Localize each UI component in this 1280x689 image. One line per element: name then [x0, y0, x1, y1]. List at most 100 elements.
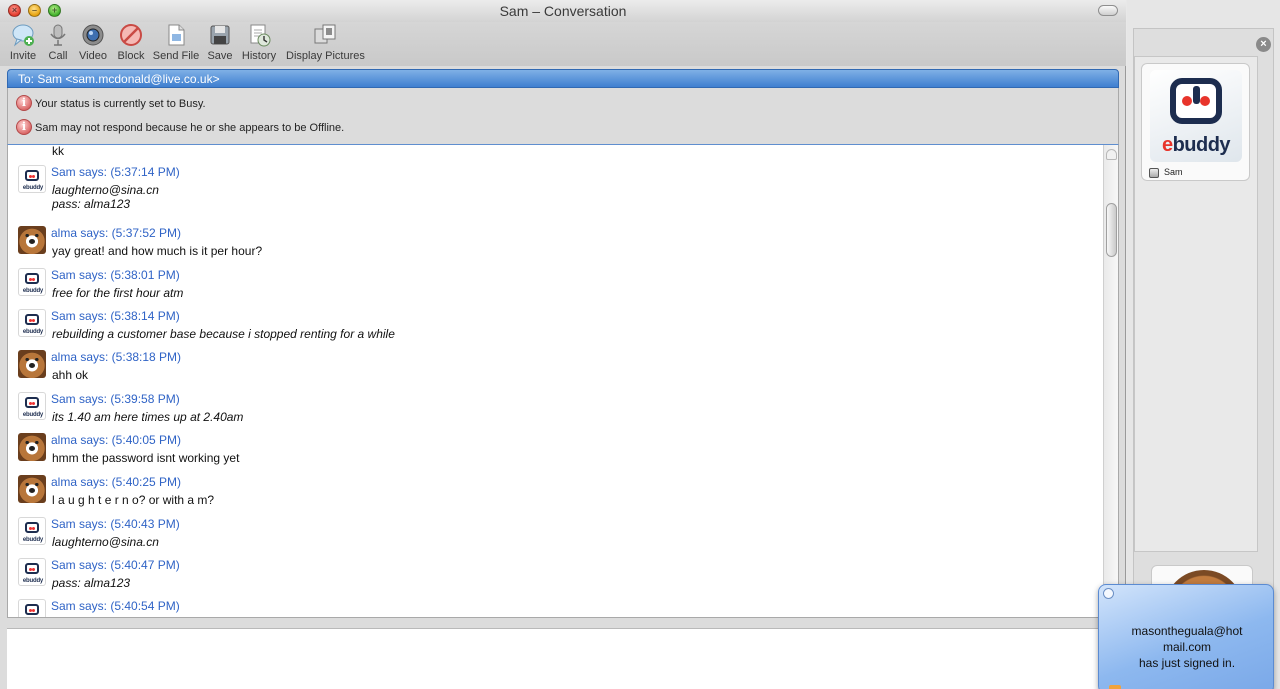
ebuddy-avatar: ebuddy [18, 268, 46, 296]
toolbar: Invite Call Video Block Send File Save H… [0, 22, 1126, 66]
partial-message-text: kk [52, 144, 64, 158]
message-input[interactable] [7, 628, 1119, 689]
send-file-label: Send File [152, 50, 200, 62]
invite-icon [12, 24, 34, 47]
ebuddy-face-icon [25, 170, 39, 181]
message-text: its 1.40 am here times up at 2.40am [52, 410, 244, 424]
message-text: yay great! and how much is it per hour? [52, 244, 263, 258]
message-sender: Sam says: (5:38:14 PM) [51, 309, 180, 323]
ebuddy-face-icon [25, 397, 39, 408]
message-text: laughterno@sina.cn [52, 183, 159, 197]
status-notices: i Your status is currently set to Busy. … [7, 88, 1119, 144]
ebuddy-face-icon [25, 604, 39, 615]
dog-avatar [18, 475, 46, 503]
message-text: rebuilding a customer base because i sto… [52, 327, 395, 341]
sign-in-notification[interactable]: masontheguala@hot mail.com has just sign… [1098, 584, 1274, 689]
message-sender: alma says: (5:37:52 PM) [51, 226, 182, 240]
message-text: hmm the password isnt working yet [52, 451, 240, 465]
contact-display-picture[interactable]: ebuddy Sam [1141, 63, 1250, 181]
save-label: Save [207, 50, 233, 62]
block-label: Block [117, 50, 145, 62]
close-notification-button[interactable] [1103, 588, 1114, 599]
message-text: ahh ok [52, 368, 89, 382]
send-file-button[interactable]: Send File [152, 23, 200, 65]
display-pictures-icon [314, 24, 336, 44]
close-panel-button[interactable]: × [1256, 37, 1271, 52]
conversation-window: × – + Sam – Conversation Invite Call Vid… [0, 0, 1126, 689]
recipient-bar: To: Sam <sam.mcdonald@live.co.uk> [7, 69, 1119, 88]
message-text: exactly how i typed it [52, 617, 163, 618]
ebuddy-avatar: ebuddy [18, 599, 46, 617]
dog-avatar [18, 433, 46, 461]
toolbar-toggle-button[interactable] [1098, 5, 1118, 16]
notification-line: masontheguala@hot [1131, 624, 1243, 638]
dog-avatar [18, 226, 46, 254]
ebuddy-face-icon [25, 563, 39, 574]
save-button[interactable]: Save [206, 23, 234, 65]
video-button[interactable]: Video [78, 23, 108, 65]
block-button[interactable]: Block [116, 23, 146, 65]
messenger-icon [1109, 685, 1121, 689]
microphone-icon [50, 24, 66, 46]
history-label: History [241, 50, 277, 62]
message-sender: Sam says: (5:40:47 PM) [51, 558, 180, 572]
display-pictures-label: Display Pictures [286, 50, 365, 62]
window-title: Sam – Conversation [499, 3, 627, 19]
message-sender: alma says: (5:40:25 PM) [51, 475, 182, 489]
ebuddy-face-icon [1170, 78, 1222, 124]
ebuddy-wordmark: ebuddy [22, 578, 44, 584]
message-sender: Sam says: (5:38:01 PM) [51, 268, 180, 282]
display-pictures-button[interactable]: Display Pictures [286, 23, 365, 65]
notification-text: masontheguala@hot mail.com has just sign… [1107, 623, 1267, 671]
scroll-thumb[interactable] [1106, 203, 1117, 257]
message-sender: Sam says: (5:39:58 PM) [51, 392, 180, 406]
conversation-transcript[interactable]: kk ebuddy Sam says: (5:37:14 PM) laughtern… [7, 144, 1119, 618]
video-label: Video [79, 50, 107, 62]
ebuddy-avatar: ebuddy [18, 309, 46, 337]
block-icon [120, 24, 142, 46]
transcript-scrollbar[interactable] [1103, 145, 1118, 617]
contact-name: Sam [1164, 167, 1183, 177]
scroll-up-arrow[interactable] [1106, 149, 1117, 160]
dog-avatar [18, 350, 46, 378]
call-label: Call [48, 50, 68, 62]
message-text: pass: alma123 [52, 576, 131, 590]
message-sender: Sam says: (5:40:54 PM) [51, 599, 180, 613]
save-icon [210, 25, 230, 45]
history-button[interactable]: History [240, 23, 278, 65]
message-sender: Sam says: (5:37:14 PM) [51, 165, 180, 179]
message-sender: alma says: (5:38:18 PM) [51, 350, 182, 364]
recipient-address: To: Sam <sam.mcdonald@live.co.uk> [18, 72, 220, 86]
offline-notice-text: Sam may not respond because he or she ap… [35, 122, 345, 134]
ebuddy-wordmark: ebuddy [1161, 134, 1231, 156]
ebuddy-avatar: ebuddy [18, 517, 46, 545]
notification-line: mail.com [1162, 640, 1211, 654]
ebuddy-wordmark: ebuddy [22, 185, 44, 191]
message-text: pass: alma123 [52, 197, 131, 211]
busy-notice-text: Your status is currently set to Busy. [35, 98, 206, 110]
call-button[interactable]: Call [46, 23, 70, 65]
message-text: l a u g h t e r n o? or with a m? [52, 493, 215, 507]
title-bar[interactable]: × – + Sam – Conversation [0, 0, 1126, 22]
notification-line: has just signed in. [1138, 656, 1236, 670]
ebuddy-avatar: ebuddy [18, 392, 46, 420]
invite-label: Invite [9, 50, 37, 62]
info-icon: i [16, 95, 32, 111]
message-sender: alma says: (5:40:05 PM) [51, 433, 182, 447]
ebuddy-wordmark: ebuddy [22, 537, 44, 543]
message-text: free for the first hour atm [52, 286, 184, 300]
ebuddy-face-icon [25, 314, 39, 325]
message-sender: Sam says: (5:40:43 PM) [51, 517, 180, 531]
ebuddy-wordmark: ebuddy [22, 288, 44, 294]
ebuddy-avatar: ebuddy [18, 165, 46, 193]
ebuddy-avatar: ebuddy [18, 558, 46, 586]
offline-status-icon [1149, 168, 1159, 178]
invite-button[interactable]: Invite [8, 23, 38, 65]
ebuddy-logo: ebuddy [1150, 70, 1242, 162]
ebuddy-face-icon [25, 273, 39, 284]
webcam-icon [82, 24, 104, 46]
message-text: laughterno@sina.cn [52, 535, 159, 549]
history-icon [250, 24, 271, 47]
ebuddy-face-icon [25, 522, 39, 533]
info-icon: i [16, 119, 32, 135]
